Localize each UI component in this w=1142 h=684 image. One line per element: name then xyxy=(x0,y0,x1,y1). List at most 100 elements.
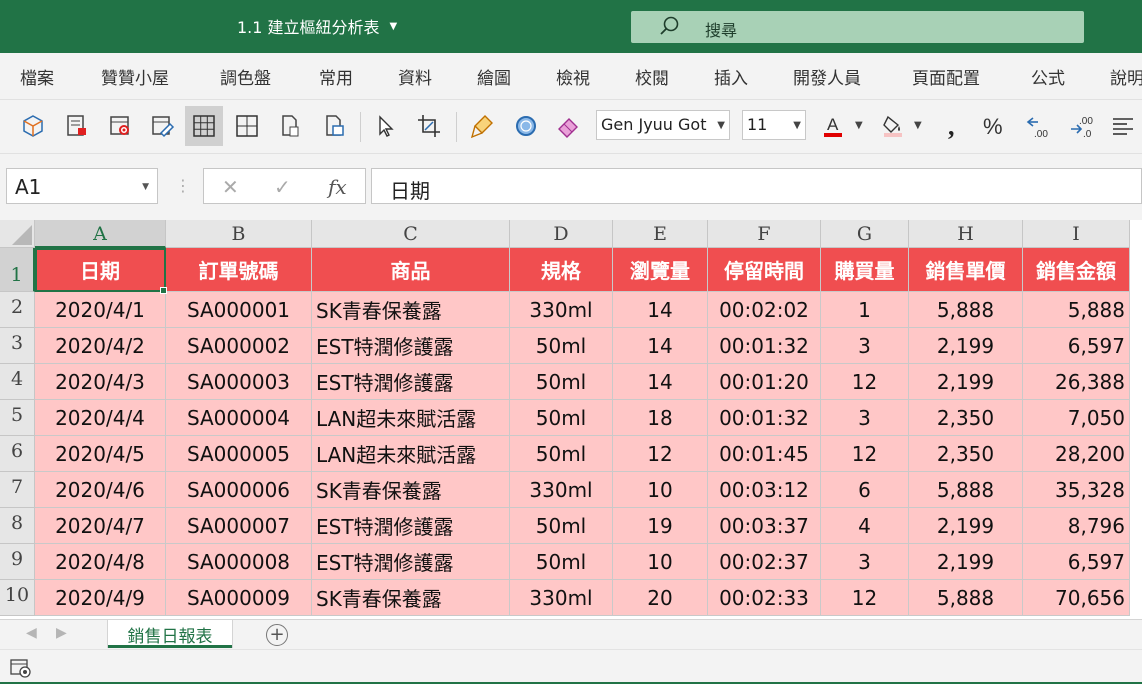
column-header-h[interactable]: H xyxy=(909,220,1023,248)
table-cell[interactable]: 8,796 xyxy=(1023,508,1130,544)
header-cell[interactable]: 日期 xyxy=(35,248,166,292)
row-header-4[interactable]: 4 xyxy=(0,364,35,400)
column-header-c[interactable]: C xyxy=(312,220,510,248)
edit-form-icon[interactable] xyxy=(143,106,181,146)
eraser-icon[interactable] xyxy=(549,106,587,146)
header-cell[interactable]: 訂單號碼 xyxy=(166,248,312,292)
menu-palette[interactable]: 調色盤 xyxy=(220,64,271,89)
table-cell[interactable]: 10 xyxy=(613,472,708,508)
search-box[interactable]: 搜尋 xyxy=(631,11,1084,43)
paste-document-icon[interactable] xyxy=(271,106,309,146)
table-cell[interactable]: SA000007 xyxy=(166,508,312,544)
table-cell[interactable]: 2,350 xyxy=(909,400,1023,436)
add-sheet-icon[interactable]: + xyxy=(266,624,288,646)
cancel-icon[interactable]: ✕ xyxy=(222,175,239,199)
menu-page-layout[interactable]: 頁面配置 xyxy=(912,64,980,89)
table-cell[interactable]: SK青春保養露 xyxy=(312,472,510,508)
table-cell[interactable]: 18 xyxy=(613,400,708,436)
table-cell[interactable]: 2020/4/8 xyxy=(35,544,166,580)
table-cell[interactable]: 2020/4/2 xyxy=(35,328,166,364)
table-cell[interactable]: 00:01:20 xyxy=(708,364,821,400)
menu-zanzan[interactable]: 贊贊小屋 xyxy=(101,64,169,89)
fill-color-icon[interactable] xyxy=(874,106,912,146)
table-cell[interactable]: 50ml xyxy=(510,328,613,364)
font-color-dropdown-icon[interactable]: ▼ xyxy=(855,120,863,131)
3d-box-icon[interactable] xyxy=(14,106,52,146)
row-header-6[interactable]: 6 xyxy=(0,436,35,472)
table-cell[interactable]: 35,328 xyxy=(1023,472,1130,508)
table-cell[interactable]: 2,199 xyxy=(909,544,1023,580)
table-cell[interactable]: SA000008 xyxy=(166,544,312,580)
fill-handle[interactable] xyxy=(160,287,167,294)
crop-frame-icon[interactable] xyxy=(410,106,448,146)
table-cell[interactable]: 2,199 xyxy=(909,508,1023,544)
menu-draw[interactable]: 繪圖 xyxy=(477,64,511,89)
table-cell[interactable]: 70,656 xyxy=(1023,580,1130,616)
record-macro-icon[interactable] xyxy=(58,106,96,146)
table-cell[interactable]: SK青春保養露 xyxy=(312,292,510,328)
table-cell[interactable]: SA000001 xyxy=(166,292,312,328)
table-cell[interactable]: 50ml xyxy=(510,436,613,472)
table-cell[interactable]: 1 xyxy=(821,292,909,328)
border-grid-icon[interactable] xyxy=(228,106,266,146)
menu-view[interactable]: 檢視 xyxy=(556,64,590,89)
table-cell[interactable]: 2,199 xyxy=(909,328,1023,364)
menu-formulas[interactable]: 公式 xyxy=(1031,64,1065,89)
table-cell[interactable]: 14 xyxy=(613,292,708,328)
table-cell[interactable]: 5,888 xyxy=(909,292,1023,328)
table-cell[interactable]: 12 xyxy=(613,436,708,472)
table-cell[interactable]: 2020/4/9 xyxy=(35,580,166,616)
header-cell[interactable]: 商品 xyxy=(312,248,510,292)
column-header-d[interactable]: D xyxy=(510,220,613,248)
column-header-i[interactable]: I xyxy=(1023,220,1130,248)
column-header-a[interactable]: A xyxy=(35,220,166,248)
table-cell[interactable]: 5,888 xyxy=(1023,292,1130,328)
comma-style-icon[interactable]: , xyxy=(934,106,972,146)
header-cell[interactable]: 瀏覽量 xyxy=(613,248,708,292)
menu-file[interactable]: 檔案 xyxy=(20,64,54,89)
row-header-7[interactable]: 7 xyxy=(0,472,35,508)
document-title[interactable]: 1.1 建立樞紐分析表 ▼ xyxy=(237,14,397,38)
table-cell[interactable]: 5,888 xyxy=(909,580,1023,616)
table-cell[interactable]: 00:02:37 xyxy=(708,544,821,580)
table-cell[interactable]: 20 xyxy=(613,580,708,616)
table-cell[interactable]: 3 xyxy=(821,544,909,580)
table-cell[interactable]: 10 xyxy=(613,544,708,580)
table-cell[interactable]: 00:02:02 xyxy=(708,292,821,328)
table-cell[interactable]: LAN超未來賦活露 xyxy=(312,400,510,436)
row-header-3[interactable]: 3 xyxy=(0,328,35,364)
table-cell[interactable]: 2020/4/4 xyxy=(35,400,166,436)
table-cell[interactable]: SA000006 xyxy=(166,472,312,508)
table-cell[interactable]: 00:01:32 xyxy=(708,328,821,364)
table-cell[interactable]: 6,597 xyxy=(1023,544,1130,580)
increase-decimal-icon[interactable]: .00 xyxy=(1019,106,1057,146)
table-cell[interactable]: EST特潤修護露 xyxy=(312,364,510,400)
table-cell[interactable]: 26,388 xyxy=(1023,364,1130,400)
row-header-8[interactable]: 8 xyxy=(0,508,35,544)
column-header-b[interactable]: B xyxy=(166,220,312,248)
font-size-select[interactable]: 11 ▼ xyxy=(742,110,806,140)
table-cell[interactable]: LAN超未來賦活露 xyxy=(312,436,510,472)
table-cell[interactable]: 00:03:12 xyxy=(708,472,821,508)
table-cell[interactable]: 12 xyxy=(821,580,909,616)
table-cell[interactable]: 50ml xyxy=(510,364,613,400)
table-cell[interactable]: 6,597 xyxy=(1023,328,1130,364)
row-header-1[interactable]: 1 xyxy=(0,248,35,292)
table-cell[interactable]: SA000009 xyxy=(166,580,312,616)
table-cell[interactable]: EST特潤修護露 xyxy=(312,328,510,364)
insert-function-icon[interactable]: fx xyxy=(328,175,347,199)
menu-review[interactable]: 校閱 xyxy=(635,64,669,89)
row-header-9[interactable]: 9 xyxy=(0,544,35,580)
table-cell[interactable]: 6 xyxy=(821,472,909,508)
column-header-g[interactable]: G xyxy=(821,220,909,248)
table-cell[interactable]: 4 xyxy=(821,508,909,544)
font-name-select[interactable]: Gen Jyuu Got ▼ xyxy=(596,110,730,140)
header-cell[interactable]: 銷售金額 xyxy=(1023,248,1130,292)
sheet-tab-sales[interactable]: 銷售日報表 xyxy=(108,620,232,648)
table-cell[interactable]: 50ml xyxy=(510,544,613,580)
scroll-left-icon[interactable]: ◀ xyxy=(26,625,37,641)
column-header-f[interactable]: F xyxy=(708,220,821,248)
formula-input[interactable]: 日期 xyxy=(371,168,1142,204)
table-cell[interactable]: 19 xyxy=(613,508,708,544)
table-cell[interactable]: 2020/4/6 xyxy=(35,472,166,508)
